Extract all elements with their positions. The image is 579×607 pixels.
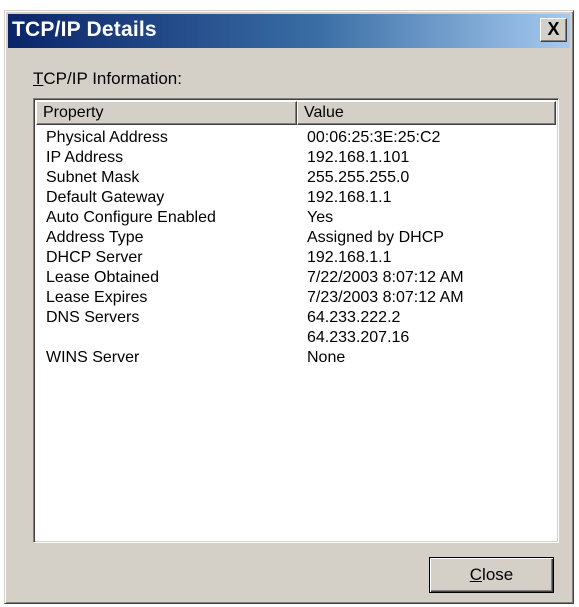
list-rows: Physical Address 00:06:25:3E:25:C2 IP Ad…: [46, 128, 554, 368]
label-accelerator: T: [33, 69, 44, 88]
label-text: CP/IP Information:: [43, 69, 182, 88]
value-cell: 64.233.207.16: [307, 329, 410, 346]
property-cell: Subnet Mask: [46, 169, 140, 186]
list-item[interactable]: DNS Servers 64.233.222.2: [46, 308, 554, 328]
list-header: Property Value: [36, 101, 556, 125]
tcpip-info-listview[interactable]: Property Value Physical Address 00:06:25…: [33, 98, 559, 543]
list-item[interactable]: IP Address 192.168.1.101: [46, 148, 554, 168]
list-item[interactable]: Physical Address 00:06:25:3E:25:C2: [46, 128, 554, 148]
list-item[interactable]: Default Gateway 192.168.1.1: [46, 188, 554, 208]
column-header-value[interactable]: Value: [297, 101, 556, 125]
value-cell: 00:06:25:3E:25:C2: [307, 129, 441, 146]
list-item[interactable]: Auto Configure Enabled Yes: [46, 208, 554, 228]
value-cell: 255.255.255.0: [307, 169, 410, 186]
list-item[interactable]: Lease Obtained 7/22/2003 8:07:12 AM: [46, 268, 554, 288]
window-title: TCP/IP Details: [12, 18, 157, 41]
list-item[interactable]: Lease Expires 7/23/2003 8:07:12 AM: [46, 288, 554, 308]
tcpip-information-label: TCP/IP Information:: [33, 69, 182, 89]
value-cell: 192.168.1.1: [307, 189, 392, 206]
value-cell: 7/23/2003 8:07:12 AM: [307, 289, 464, 306]
value-cell: 7/22/2003 8:07:12 AM: [307, 269, 464, 286]
close-icon[interactable]: X: [540, 18, 567, 42]
list-item[interactable]: Subnet Mask 255.255.255.0: [46, 168, 554, 188]
value-cell: None: [307, 349, 346, 366]
value-cell: 64.233.222.2: [307, 309, 401, 326]
close-accelerator: C: [469, 565, 483, 584]
column-header-property[interactable]: Property: [36, 101, 297, 125]
value-cell: Yes: [307, 209, 334, 226]
property-cell: Auto Configure Enabled: [46, 209, 216, 226]
property-cell: WINS Server: [46, 349, 140, 366]
close-button-label: lose: [482, 565, 514, 584]
value-cell: 192.168.1.1: [307, 249, 392, 266]
property-cell: Physical Address: [46, 129, 168, 146]
title-bar[interactable]: TCP/IP Details X: [8, 14, 570, 48]
close-button[interactable]: Close: [429, 557, 554, 593]
property-cell: [46, 328, 307, 348]
list-item[interactable]: 64.233.207.16: [46, 328, 554, 348]
list-item[interactable]: WINS Server None: [46, 348, 554, 368]
property-cell: Address Type: [46, 229, 144, 246]
tcpip-details-dialog: TCP/IP Details X TCP/IP Information: Pro…: [4, 10, 574, 604]
property-cell: Default Gateway: [46, 189, 165, 206]
property-cell: Lease Obtained: [46, 269, 159, 286]
list-item[interactable]: DHCP Server 192.168.1.1: [46, 248, 554, 268]
list-item[interactable]: Address Type Assigned by DHCP: [46, 228, 554, 248]
property-cell: DHCP Server: [46, 249, 143, 266]
property-cell: Lease Expires: [46, 289, 148, 306]
property-cell: IP Address: [46, 149, 124, 166]
value-cell: 192.168.1.101: [307, 149, 410, 166]
value-cell: Assigned by DHCP: [307, 229, 444, 246]
property-cell: DNS Servers: [46, 309, 140, 326]
